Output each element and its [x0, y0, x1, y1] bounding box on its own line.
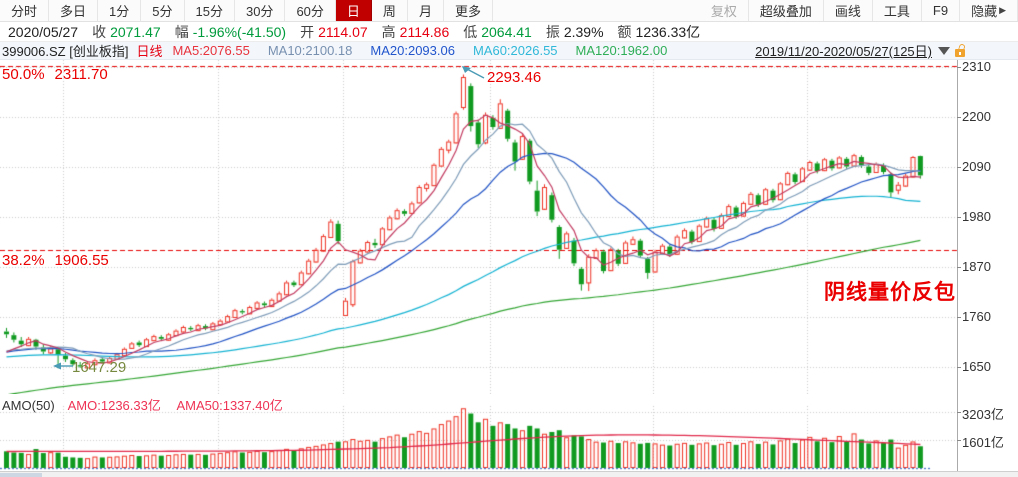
- volume-indicator-name: AMO(50): [2, 398, 55, 413]
- quote-field-开: 开 2114.07: [300, 23, 368, 40]
- fib-382-label: 38.2% 1906.55: [2, 252, 109, 269]
- period-label: 日线: [136, 44, 163, 59]
- period-tab-9[interactable]: 周: [371, 0, 408, 21]
- period-tab-3[interactable]: 1分: [98, 0, 142, 21]
- scrollbar-thumb[interactable]: [0, 473, 42, 477]
- period-tab-7[interactable]: 60分: [285, 0, 336, 21]
- axis-label: 2090: [962, 159, 991, 174]
- ma-label-3: MA20:2093.06: [370, 43, 455, 58]
- axis-label: 1650: [962, 359, 991, 374]
- ma-label-4: MA60:2026.55: [472, 43, 558, 58]
- volume-titles: AMO(50) AMO:1236.33亿 AMA50:1337.40亿: [2, 395, 283, 414]
- axis-label: 3203亿: [962, 407, 1004, 422]
- ma-label-5: MA120:1962.00: [575, 43, 668, 58]
- axis-label: 1760: [962, 309, 991, 324]
- indicator-bar: 399006.SZ [创业板指] 日线 MA5:2076.55 MA10:2100…: [0, 42, 1018, 60]
- toolbar-button-4[interactable]: 工具: [872, 0, 922, 21]
- quote-fields: 收 2071.47 幅 -1.96%(-41.50) 开 2114.07 高 2114.86 低…: [92, 22, 714, 42]
- toolbar-button-2[interactable]: 超级叠加: [748, 0, 824, 21]
- ama50-value: AMA50:1337.40亿: [176, 398, 283, 413]
- axis-label: 2310: [962, 59, 991, 74]
- toolbar-button-6[interactable]: 隐藏 ▶: [960, 0, 1018, 21]
- axis-label: 1980: [962, 209, 991, 224]
- quote-field-收: 收 2071.47: [92, 23, 161, 40]
- toolbar-button-3[interactable]: 画线: [823, 0, 873, 21]
- quote-field-幅: 幅 -1.96%(-41.50): [174, 23, 287, 40]
- toolbar-button-5[interactable]: F9: [921, 0, 961, 21]
- quote-field-低: 低 2064.41: [463, 23, 532, 40]
- quote-field-高: 高 2114.86: [381, 23, 450, 40]
- symbol-code: 399006.SZ [创业板指]: [2, 44, 129, 59]
- low-price-label: 1647.29: [72, 359, 127, 376]
- axis-label: 1870: [962, 259, 991, 274]
- ma-label-1: MA5:2076.55: [172, 43, 250, 58]
- quote-field-额: 额 1236.33亿: [617, 23, 701, 40]
- period-tab-4[interactable]: 5分: [141, 0, 185, 21]
- toolbar-button-1[interactable]: 复权: [699, 0, 749, 21]
- expand-right-icon: ▶: [999, 5, 1006, 15]
- date-range-selector[interactable]: 2019/11/20-2020/05/27(125日): [755, 41, 932, 60]
- ma-label-2: MA10:2100.18: [267, 43, 353, 58]
- quote-field-振: 振 2.39%: [545, 23, 604, 40]
- chart-region: 2310 2200 2090 1980 1870 1760 1650 3203亿 1601亿 5…: [0, 59, 1018, 477]
- axis-label: 1601亿: [962, 435, 1004, 450]
- period-tab-6[interactable]: 30分: [234, 0, 286, 21]
- period-tab-10[interactable]: 月: [407, 0, 444, 21]
- price-chart-canvas[interactable]: [0, 60, 958, 394]
- fib-50-label: 50.0% 2311.70: [2, 66, 108, 83]
- axis-separator: [957, 60, 958, 471]
- period-tab-1[interactable]: 分时: [0, 0, 50, 21]
- period-tab-8[interactable]: 日: [335, 0, 372, 21]
- quote-date: 2020/05/27: [8, 23, 79, 40]
- period-tab-5[interactable]: 15分: [184, 0, 235, 21]
- period-tab-2[interactable]: 多日: [49, 0, 99, 21]
- period-toolbar: 分时 多日 1分 5分 15分 30分 60分日周月更多 复权 超级叠加 画线 工具 F9 隐藏 ▶: [0, 0, 1018, 22]
- axis-label: 2200: [962, 109, 991, 124]
- quote-info-bar: 2020/05/27 收 2071.47 幅 -1.96%(-41.50) 开 2114.…: [0, 22, 1018, 42]
- period-tab-11[interactable]: 更多: [443, 0, 493, 21]
- peak-price-label: 2293.46: [487, 69, 542, 86]
- low-arrow-icon: [53, 362, 73, 370]
- amo-value: AMO:1236.33亿: [67, 398, 161, 413]
- stock-chart-app: 分时 多日 1分 5分 15分 30分 60分日周月更多 复权 超级叠加 画线 工具 F9 隐藏 ▶ 20…: [0, 0, 1018, 477]
- peak-arrow-icon: [462, 66, 485, 79]
- unlock-icon[interactable]: [955, 42, 966, 58]
- chart-note: 阴线量价反包: [824, 281, 956, 304]
- chevron-down-icon[interactable]: [938, 46, 950, 55]
- ma-labels: MA5:2076.55 MA10:2100.18 MA20:2093.06 MA60:…: [172, 43, 685, 58]
- bottom-scrollbar[interactable]: [0, 471, 1018, 477]
